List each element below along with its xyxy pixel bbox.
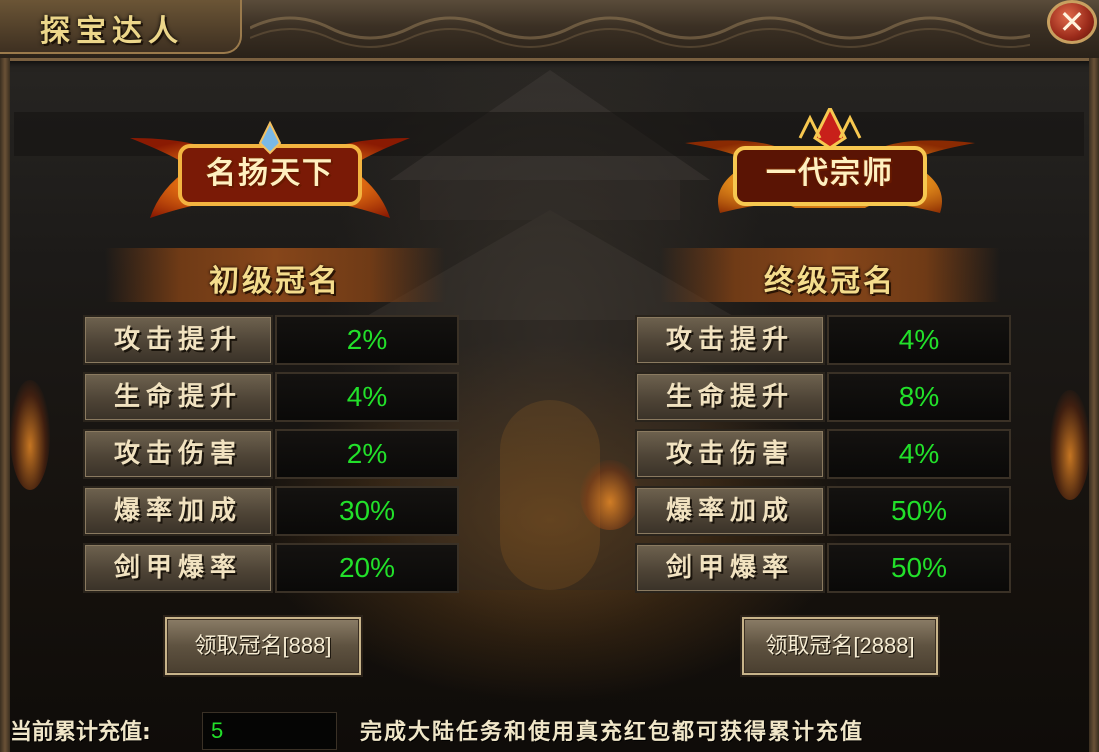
recharge-value-field: 5 [202,712,337,750]
stat-value: 50% [827,543,1011,593]
torch-glow-left [10,380,50,490]
stat-value: 4% [827,315,1011,365]
stat-label: 生命提升 [635,372,825,422]
cloud-pattern-ornament [250,16,1030,48]
rank-title-left: 初级冠名 [209,264,341,299]
stat-value: 4% [827,429,1011,479]
stat-label: 攻击提升 [635,315,825,365]
left-frame-border [0,58,10,752]
stat-row: 攻击伤害 2% [83,429,461,479]
emblem-left: 名扬天下 [120,108,420,228]
stat-label: 攻击提升 [83,315,273,365]
stat-label: 攻击伤害 [635,429,825,479]
stat-row: 剑甲爆率 20% [83,543,461,593]
stat-value: 30% [275,486,459,536]
rank-header-right: 终级冠名 [660,248,1000,302]
stat-row: 攻击提升 4% [635,315,1013,365]
recharge-hint-text: 完成大陆任务和使用真充红包都可获得累计充值 [360,720,865,745]
stat-label: 爆率加成 [83,486,273,536]
lantern-glow-center [580,460,640,530]
emblem-right-text: 一代宗师 [766,156,894,191]
stat-row: 攻击伤害 4% [635,429,1013,479]
close-icon: ✕ [1058,3,1086,41]
rank-title-right: 终级冠名 [764,264,896,299]
stat-label: 爆率加成 [635,486,825,536]
stat-label: 剑甲爆率 [83,543,273,593]
stat-label: 剑甲爆率 [635,543,825,593]
claim-title-button-2888[interactable]: 领取冠名[2888] [742,617,938,675]
stat-row: 爆率加成 50% [635,486,1013,536]
close-button[interactable]: ✕ [1047,0,1097,44]
stat-row: 生命提升 4% [83,372,461,422]
stat-value: 8% [827,372,1011,422]
window-title: 探宝达人 [40,14,184,49]
stat-value: 50% [827,486,1011,536]
stat-value: 4% [275,372,459,422]
stat-row: 爆率加成 30% [83,486,461,536]
stat-label: 攻击伤害 [83,429,273,479]
title-plate: 探宝达人 [0,0,242,54]
torch-glow-right [1050,390,1090,500]
stat-row: 剑甲爆率 50% [635,543,1013,593]
claim-title-button-888[interactable]: 领取冠名[888] [165,617,361,675]
stat-label: 生命提升 [83,372,273,422]
recharge-label: 当前累计充值: [10,720,151,745]
emblem-right: 一代宗师 [680,108,980,228]
stat-row: 生命提升 8% [635,372,1013,422]
stat-row: 攻击提升 2% [83,315,461,365]
right-frame-border [1089,58,1099,752]
stat-value: 20% [275,543,459,593]
emblem-left-text: 名扬天下 [206,156,334,191]
stat-value: 2% [275,315,459,365]
rank-header-left: 初级冠名 [105,248,445,302]
stat-value: 2% [275,429,459,479]
treasure-hunter-window: 探宝达人 ✕ 名扬天下 一代宗师 初级冠名 终级冠名 攻击提升 2% 生命提升 … [0,0,1099,752]
